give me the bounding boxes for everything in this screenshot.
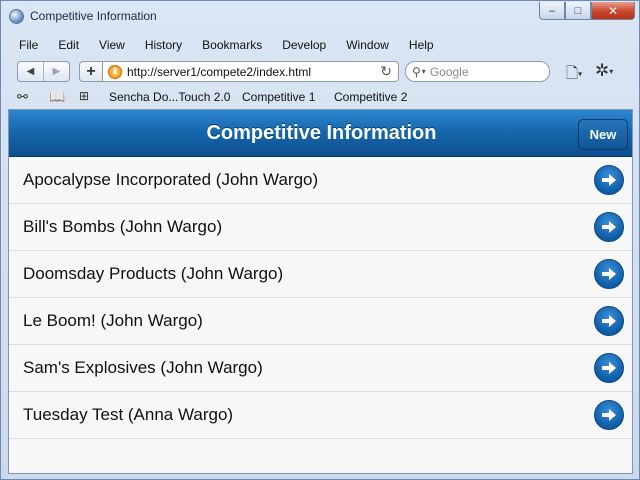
- app-title-bar: Competitive Information New: [9, 110, 632, 157]
- close-button[interactable]: ✕: [591, 2, 635, 20]
- page-content: Competitive Information New Apocalypse I…: [8, 109, 633, 474]
- settings-menu-button[interactable]: ✲▾: [595, 61, 613, 81]
- maximize-button[interactable]: □: [565, 2, 591, 20]
- chevron-down-icon: ▾: [609, 67, 614, 77]
- competitor-list: Apocalypse Incorporated (John Wargo) Bil…: [9, 157, 632, 439]
- bookmark-competitive-2[interactable]: Competitive 2: [334, 90, 407, 104]
- page-icon: 🗋: [566, 65, 579, 82]
- new-button[interactable]: New: [578, 119, 628, 150]
- list-item[interactable]: Apocalypse Incorporated (John Wargo): [9, 157, 632, 204]
- menu-history[interactable]: History: [135, 36, 192, 52]
- list-item-label: Apocalypse Incorporated (John Wargo): [23, 170, 319, 189]
- chevron-down-icon: ▾: [421, 67, 426, 76]
- menu-bookmarks[interactable]: Bookmarks: [192, 36, 272, 52]
- chevron-down-icon: ▾: [578, 69, 583, 79]
- page-menu-button[interactable]: 🗋▾: [566, 63, 582, 88]
- window-controls: ‒ □ ✕: [539, 2, 635, 20]
- top-sites-grid-icon[interactable]: ⊞: [79, 89, 89, 103]
- safari-app-icon: [9, 9, 24, 24]
- list-item-label: Doomsday Products (John Wargo): [23, 264, 284, 283]
- menu-view[interactable]: View: [89, 36, 135, 52]
- list-item[interactable]: Le Boom! (John Wargo): [9, 298, 632, 345]
- menu-help[interactable]: Help: [399, 36, 444, 52]
- list-item-label: Tuesday Test (Anna Wargo): [23, 405, 234, 424]
- minimize-button[interactable]: ‒: [539, 2, 565, 20]
- bookmarks-bar: ⚯ 📖 ⊞ Sencha Do...Touch 2.0 Competitive …: [1, 87, 639, 107]
- disclosure-arrow-icon[interactable]: [594, 400, 624, 430]
- list-item[interactable]: Sam's Explosives (John Wargo): [9, 345, 632, 392]
- address-bar[interactable]: ⦀ http://server1/compete2/index.html ↻: [103, 61, 399, 82]
- list-item[interactable]: Bill's Bombs (John Wargo): [9, 204, 632, 251]
- bookmark-sencha[interactable]: Sencha Do...Touch 2.0: [109, 90, 230, 104]
- title-bar: Competitive Information ‒ □ ✕: [1, 1, 639, 31]
- back-button[interactable]: ◀: [18, 62, 43, 81]
- app-title: Competitive Information: [206, 122, 437, 144]
- window-title: Competitive Information: [30, 9, 157, 23]
- list-item-label: Bill's Bombs (John Wargo): [23, 217, 223, 236]
- menu-develop[interactable]: Develop: [272, 36, 336, 52]
- disclosure-arrow-icon[interactable]: [594, 212, 624, 242]
- reload-icon[interactable]: ↻: [380, 63, 392, 80]
- search-field[interactable]: ⚲ ▾ Google: [405, 61, 550, 82]
- navigation-toolbar: ◀ ▶ + ⦀ http://server1/compete2/index.ht…: [1, 59, 639, 85]
- add-bookmark-button[interactable]: +: [79, 61, 103, 82]
- disclosure-arrow-icon[interactable]: [594, 259, 624, 289]
- menu-edit[interactable]: Edit: [48, 36, 89, 52]
- forward-arrow-icon: ▶: [52, 66, 61, 77]
- list-item[interactable]: Tuesday Test (Anna Wargo): [9, 392, 632, 439]
- disclosure-arrow-icon[interactable]: [594, 306, 624, 336]
- back-forward-group: ◀ ▶: [17, 61, 70, 82]
- search-placeholder: Google: [429, 64, 469, 79]
- site-icon: ⦀: [108, 64, 122, 79]
- search-icon: ⚲: [412, 64, 421, 79]
- disclosure-arrow-icon[interactable]: [594, 353, 624, 383]
- forward-button[interactable]: ▶: [43, 62, 69, 81]
- list-item[interactable]: Doomsday Products (John Wargo): [9, 251, 632, 298]
- bookmark-competitive-1[interactable]: Competitive 1: [242, 90, 315, 104]
- gear-icon: ✲: [595, 61, 610, 80]
- list-item-label: Le Boom! (John Wargo): [23, 311, 203, 330]
- back-arrow-icon: ◀: [26, 66, 35, 77]
- url-input[interactable]: http://server1/compete2/index.html: [127, 65, 380, 79]
- menu-window[interactable]: Window: [336, 36, 399, 52]
- menu-file[interactable]: File: [9, 36, 48, 52]
- disclosure-arrow-icon[interactable]: [594, 165, 624, 195]
- book-icon[interactable]: 📖: [49, 89, 65, 105]
- browser-window: Competitive Information ‒ □ ✕ File Edit …: [0, 0, 640, 480]
- list-item-label: Sam's Explosives (John Wargo): [23, 358, 263, 377]
- menu-bar: File Edit View History Bookmarks Develop…: [9, 36, 444, 52]
- plus-icon: +: [86, 62, 96, 80]
- reading-list-icon[interactable]: ⚯: [17, 89, 28, 105]
